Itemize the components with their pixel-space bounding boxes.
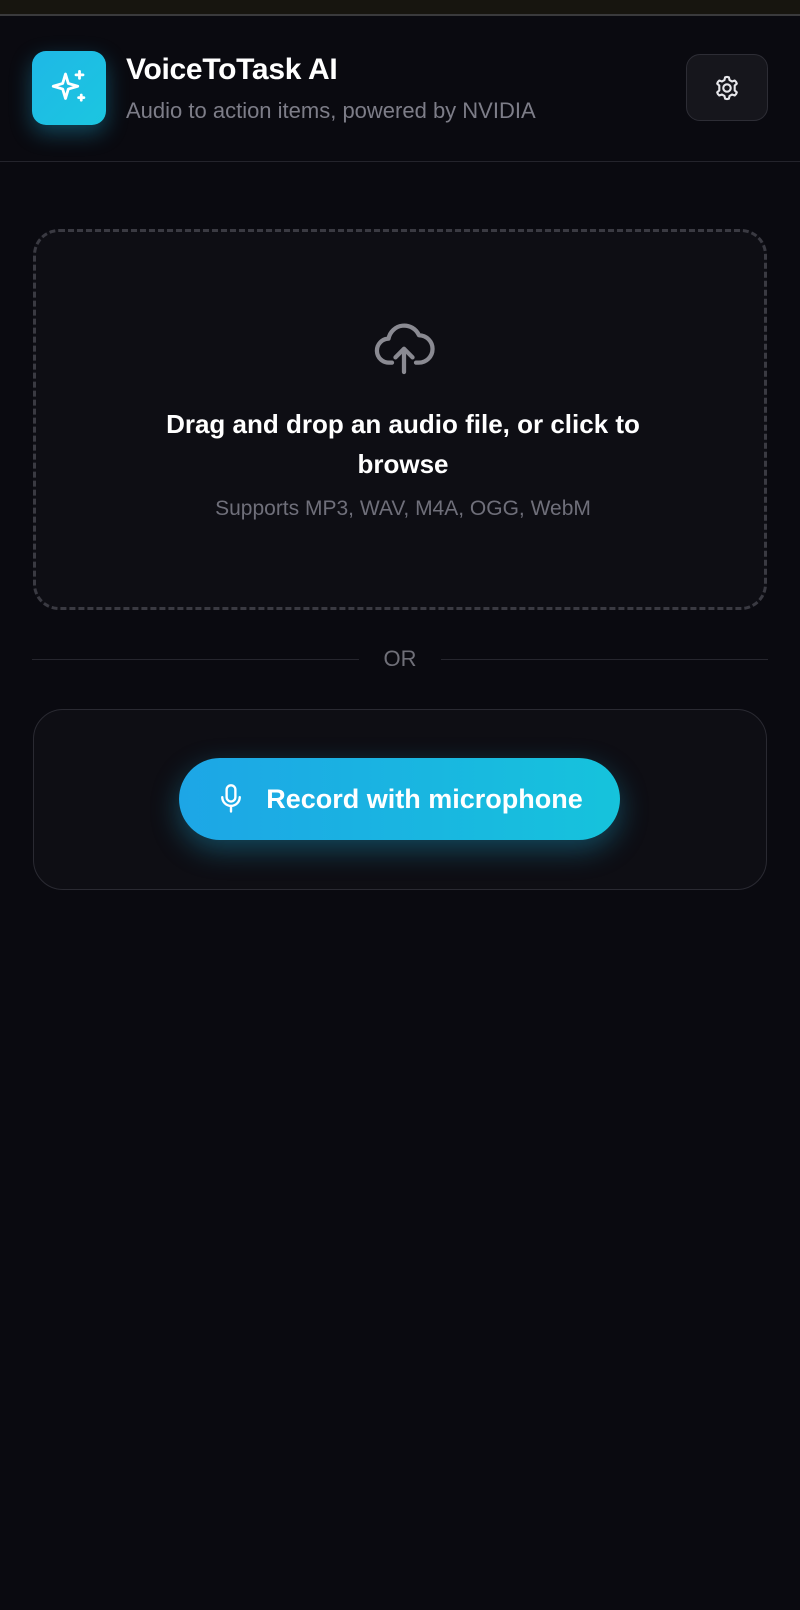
sparkles-icon — [51, 69, 86, 102]
app-header: VoiceToTask AI Audio to action items, po… — [0, 16, 800, 162]
divider-line-right — [441, 659, 768, 660]
microphone-icon — [221, 784, 242, 813]
gear-icon — [716, 75, 738, 100]
dropzone-title: Drag and drop an audio file, or click to… — [166, 409, 640, 479]
cloud-upload-icon — [374, 323, 435, 375]
supported-formats-hint: Supports MP3, WAV, M4A, OGG, WebM — [215, 497, 591, 520]
app-title: VoiceToTask AI — [126, 53, 338, 86]
settings-button[interactable] — [686, 54, 768, 121]
record-with-microphone-button[interactable]: Record with microphone — [179, 758, 620, 840]
audio-dropzone[interactable]: Drag and drop an audio file, or click to… — [33, 229, 767, 610]
top-strip — [0, 0, 800, 16]
record-button-label: Record with microphone — [266, 783, 583, 814]
app-logo — [32, 51, 106, 125]
app-subtitle: Audio to action items, powered by NVIDIA — [126, 98, 536, 123]
divider-line-left — [32, 659, 359, 660]
divider-or-label: OR — [383, 646, 417, 671]
